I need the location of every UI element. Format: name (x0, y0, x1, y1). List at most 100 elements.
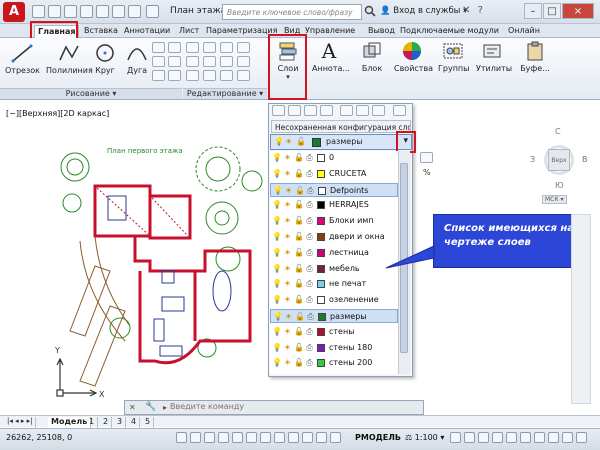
model-space-toggle[interactable]: РМОДЕЛЬ (355, 433, 401, 442)
draw-panel-label[interactable]: Рисование ▾ (0, 88, 182, 99)
explode-icon[interactable] (237, 56, 250, 67)
tab-insert[interactable]: Вставка (81, 25, 121, 38)
infer-constraints-icon[interactable] (176, 432, 187, 443)
auto-scale-icon[interactable] (464, 432, 475, 443)
annotation-button[interactable]: A Аннота... (312, 40, 350, 73)
rotate-icon[interactable] (203, 42, 216, 53)
lightbulb-icon[interactable]: 💡 (272, 264, 282, 273)
viewcube[interactable]: C З В Ю Верх МСК ▾ (530, 127, 590, 207)
grid-icon[interactable] (204, 432, 215, 443)
lightbulb-icon[interactable]: 💡 (272, 295, 282, 304)
annotation-scale[interactable]: ⚖ 1:100 ▾ (405, 433, 444, 442)
layer-tool-icon[interactable] (420, 152, 433, 163)
layer-match-icon[interactable] (340, 105, 353, 116)
sun-icon[interactable]: ☀ (283, 169, 292, 178)
viewcube-east[interactable]: В (582, 155, 588, 164)
clean-screen-icon[interactable] (548, 432, 559, 443)
plot-icon[interactable]: ⎙ (306, 312, 315, 321)
layer-row[interactable]: 💡 ☀ 🔓 ⎙ двери и окна (270, 230, 398, 244)
layer-color-swatch[interactable] (317, 217, 325, 226)
arc-button[interactable]: Дуга (125, 42, 149, 75)
current-layer-combo[interactable]: 💡 ☀ 🔓 размеры ▾ (270, 134, 412, 150)
polyline-button[interactable]: Полилиния (46, 42, 93, 75)
tab-manage[interactable]: Управление (302, 25, 358, 38)
layer-row[interactable]: 💡 ☀ 🔓 ⎙ стены (270, 325, 398, 339)
sun-icon[interactable]: ☀ (284, 186, 293, 195)
layer-color-swatch[interactable] (317, 280, 325, 289)
annotation-visibility-icon[interactable] (450, 432, 461, 443)
ellipse-icon[interactable] (168, 42, 181, 53)
unlock-icon[interactable]: 🔓 (294, 327, 304, 336)
groups-button[interactable]: Группы (438, 40, 469, 73)
lightbulb-icon[interactable]: 💡 (272, 169, 282, 178)
plot-icon[interactable]: ⎙ (305, 327, 314, 336)
app-menu-button[interactable]: A (3, 2, 25, 22)
tab-online[interactable]: Онлайн (505, 25, 543, 38)
line-button[interactable]: Отрезок (5, 42, 40, 75)
layer-row[interactable]: 💡 ☀ 🔓 ⎙ мебель (270, 262, 398, 276)
layer-color-swatch[interactable] (317, 296, 325, 305)
login-button[interactable]: 👤 Вход в службы ▾ (380, 6, 467, 16)
sun-icon[interactable]: ☀ (283, 216, 292, 225)
tab-nav-first[interactable]: |◂ ◂ ▸ ▸| (4, 417, 37, 428)
navigation-bar[interactable] (571, 214, 591, 404)
plot-icon[interactable]: ⎙ (305, 200, 314, 209)
unlock-icon[interactable]: 🔓 (295, 186, 305, 195)
block-button[interactable]: Блок (358, 40, 386, 73)
unlock-icon[interactable]: 🔓 (294, 264, 304, 273)
layer-color-swatch[interactable] (317, 248, 325, 257)
properties-button[interactable]: Свойства (394, 40, 433, 73)
layer-properties-icon[interactable] (272, 105, 285, 116)
viewcube-north[interactable]: C (555, 127, 561, 136)
transparency-icon[interactable] (330, 432, 341, 443)
unlock-icon[interactable]: 🔓 (294, 358, 304, 367)
layer-lock-icon[interactable] (304, 105, 317, 116)
tab-annotate[interactable]: Аннотации (121, 25, 173, 38)
3d-osnap-icon[interactable] (260, 432, 271, 443)
lightbulb-icon[interactable]: 💡 (272, 216, 282, 225)
layer-color-swatch[interactable] (317, 201, 325, 210)
copy-icon[interactable] (186, 56, 199, 67)
otrack-icon[interactable] (274, 432, 285, 443)
scale-icon[interactable] (203, 70, 216, 81)
offset-icon[interactable] (237, 70, 250, 81)
sun-icon[interactable]: ☀ (283, 295, 292, 304)
maximize-button[interactable]: □ (543, 3, 561, 19)
unlock-icon[interactable]: 🔓 (294, 169, 304, 178)
move-icon[interactable] (186, 42, 199, 53)
hatch-icon[interactable] (152, 56, 165, 67)
ortho-icon[interactable] (218, 432, 229, 443)
lightbulb-icon[interactable]: 💡 (272, 279, 282, 288)
sun-icon[interactable]: ☀ (283, 279, 292, 288)
unlock-icon[interactable]: 🔓 (294, 200, 304, 209)
lightbulb-icon[interactable]: 💡 (272, 248, 282, 257)
lightbulb-icon[interactable]: 💡 (272, 343, 282, 352)
array-icon[interactable] (220, 70, 233, 81)
print-icon[interactable] (96, 5, 109, 18)
search-icon[interactable] (364, 5, 376, 17)
unlock-icon[interactable]: 🔓 (295, 312, 305, 321)
layer-row[interactable]: 💡 ☀ 🔓 ⎙ Defpoints (270, 182, 398, 197)
sun-icon[interactable]: ☀ (283, 232, 292, 241)
plot-icon[interactable]: ⎙ (305, 248, 314, 257)
lightbulb-icon[interactable]: 💡 (273, 312, 283, 321)
plot-icon[interactable]: ⎙ (305, 279, 314, 288)
command-input[interactable]: Введите команду (170, 402, 244, 411)
layer-color-swatch[interactable] (317, 327, 325, 336)
erase-icon[interactable] (237, 42, 250, 53)
plot-icon[interactable]: ⎙ (305, 264, 314, 273)
utilities-button[interactable]: Утилиты (476, 40, 512, 73)
sun-icon[interactable]: ☀ (284, 312, 293, 321)
layer-row[interactable]: 💡 ☀ 🔓 ⎙ размеры (270, 309, 398, 323)
command-history-icon[interactable]: ▸ (163, 403, 167, 412)
close-button[interactable]: × (562, 3, 594, 19)
lightbulb-icon[interactable]: 💡 (272, 358, 282, 367)
redo-icon[interactable] (128, 5, 141, 18)
layer-row[interactable]: 💡 ☀ 🔓 ⎙ не печат (270, 277, 398, 291)
tab-output[interactable]: Вывод (365, 25, 398, 38)
unlock-icon[interactable]: 🔓 (294, 153, 304, 162)
sun-icon[interactable]: ☀ (283, 264, 292, 273)
sun-icon[interactable]: ☀ (283, 153, 292, 162)
plot-icon[interactable]: ⎙ (305, 232, 314, 241)
lock-ui-icon[interactable] (492, 432, 503, 443)
